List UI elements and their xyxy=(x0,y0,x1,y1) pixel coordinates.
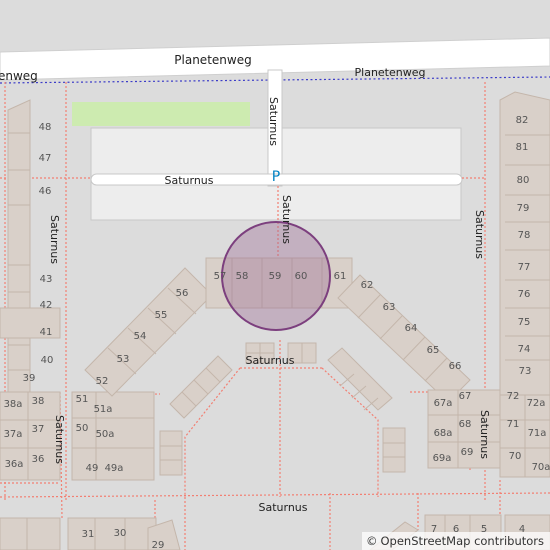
housenr: 36a xyxy=(5,459,24,470)
housenr: 72a xyxy=(527,398,546,409)
parking-icon[interactable]: P xyxy=(272,169,280,185)
housenr: 37 xyxy=(32,424,45,435)
label-saturnus-right-upper: Saturnus xyxy=(473,210,486,259)
label-saturnus-diag: Saturnus xyxy=(280,195,293,244)
housenr: 80 xyxy=(517,175,530,186)
housenr: 62 xyxy=(361,280,374,291)
housenr: 29 xyxy=(152,540,165,550)
housenr: 43 xyxy=(40,274,53,285)
housenr: 50a xyxy=(96,429,115,440)
housenr: 78 xyxy=(518,230,531,241)
label-planetenweg-main: Planetenweg xyxy=(174,53,251,67)
housenr: 69 xyxy=(461,447,474,458)
label-saturnus-bottom: Saturnus xyxy=(258,501,307,514)
housenr: 75 xyxy=(518,317,531,328)
housenr: 60 xyxy=(295,271,308,282)
housenr: 46 xyxy=(39,186,52,197)
housenr: 74 xyxy=(518,344,531,355)
housenr: 38a xyxy=(4,399,23,410)
shed-bottom-left xyxy=(159,430,183,476)
shed-bottom-right xyxy=(382,427,406,473)
housenr: 40 xyxy=(41,355,54,366)
label-planetenweg-path: Planetenweg xyxy=(355,66,426,79)
grass-area xyxy=(72,102,250,126)
housenr: 73 xyxy=(519,366,532,377)
attribution-link[interactable]: OpenStreetMap contributors xyxy=(380,532,544,550)
housenr: 50 xyxy=(76,423,89,434)
label-saturnus-center: Saturnus xyxy=(245,354,294,367)
label-saturnus-left-lower: Saturnus xyxy=(53,415,66,464)
housenr: 53 xyxy=(117,354,130,365)
housenr: 57 xyxy=(214,271,227,282)
housenr: 70a xyxy=(532,462,550,473)
housenr: 67a xyxy=(434,398,453,409)
housenr: 77 xyxy=(518,262,531,273)
housenr: 68 xyxy=(459,419,472,430)
housenr: 55 xyxy=(155,310,168,321)
housenr: 42 xyxy=(40,300,53,311)
housenr: 51a xyxy=(94,404,113,415)
housenr: 54 xyxy=(134,331,147,342)
housenr: 64 xyxy=(405,323,418,334)
building-bottom-left xyxy=(0,517,61,550)
housenr: 71a xyxy=(528,428,547,439)
housenr: 76 xyxy=(518,289,531,300)
housenr: 66 xyxy=(449,361,462,372)
housenr: 82 xyxy=(516,115,529,126)
housenr: 56 xyxy=(176,288,189,299)
housenr: 48 xyxy=(39,122,52,133)
housenr: 41 xyxy=(40,327,53,338)
housenr: 63 xyxy=(383,302,396,313)
housenr: 69a xyxy=(433,453,452,464)
housenr: 39 xyxy=(23,373,36,384)
housenr: 51 xyxy=(76,394,89,405)
housenr: 71 xyxy=(507,419,520,430)
housenr: 72 xyxy=(507,391,520,402)
attribution[interactable]: © OpenStreetMap contributors xyxy=(361,532,550,550)
map-canvas[interactable]: Planetenweg enweg Planetenweg Saturnus S… xyxy=(0,0,550,550)
housenr: 37a xyxy=(4,429,23,440)
housenr: 65 xyxy=(427,345,440,356)
housenr: 59 xyxy=(269,271,282,282)
housenr: 31 xyxy=(82,529,95,540)
label-saturnus-parking-row: Saturnus xyxy=(164,174,213,187)
housenr: 47 xyxy=(39,153,52,164)
label-saturnus-vertical: Saturnus xyxy=(267,97,280,146)
housenr: 36 xyxy=(32,454,45,465)
housenr: 52 xyxy=(96,376,109,387)
building-left-column xyxy=(7,99,31,393)
housenr: 58 xyxy=(236,271,249,282)
housenr: 30 xyxy=(114,528,127,539)
housenr: 67 xyxy=(459,391,472,402)
housenr: 38 xyxy=(32,396,45,407)
copyright-symbol: © xyxy=(365,534,378,548)
label-saturnus-right-lower: Saturnus xyxy=(478,410,491,459)
housenr: 68a xyxy=(434,428,453,439)
housenr: 61 xyxy=(334,271,347,282)
housenr: 81 xyxy=(516,142,529,153)
map-svg: Planetenweg enweg Planetenweg Saturnus S… xyxy=(0,0,550,550)
label-planetenweg-left: enweg xyxy=(0,69,38,83)
housenr: 49 xyxy=(86,463,99,474)
housenr: 49a xyxy=(105,463,124,474)
housenr: 79 xyxy=(517,203,530,214)
housenr: 70 xyxy=(509,451,522,462)
label-saturnus-left-upper: Saturnus xyxy=(48,215,61,264)
